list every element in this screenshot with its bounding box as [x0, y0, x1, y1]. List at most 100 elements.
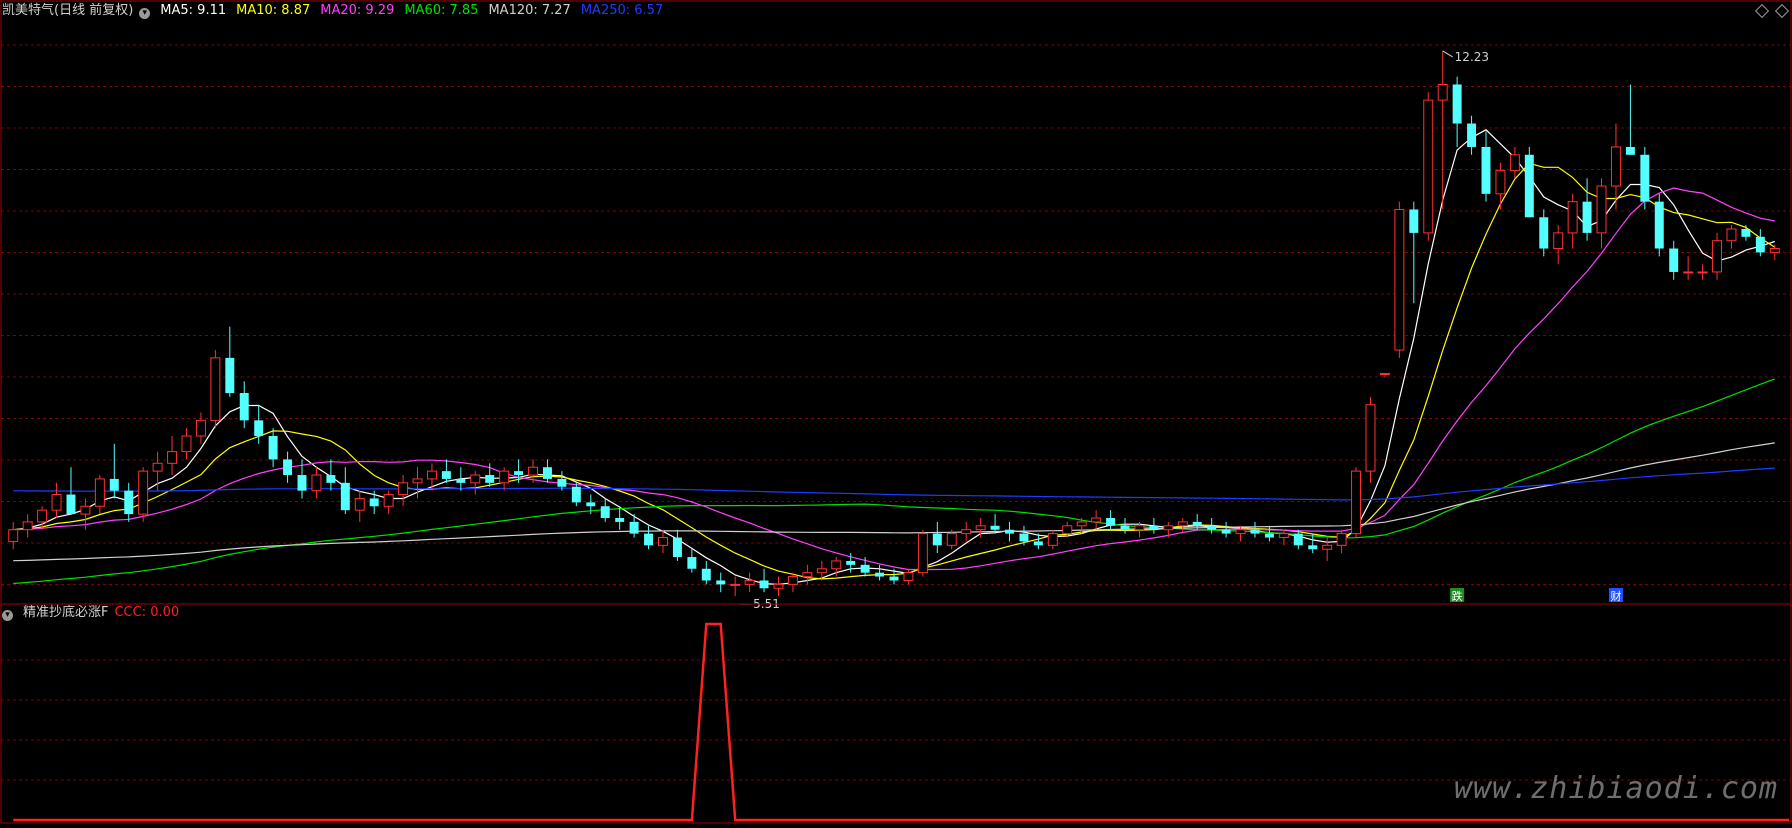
candle-body [975, 525, 986, 531]
candle[interactable] [1683, 256, 1694, 280]
candle[interactable] [225, 326, 235, 397]
candle[interactable] [1207, 517, 1217, 534]
candle[interactable] [1264, 525, 1274, 542]
candle[interactable] [1509, 146, 1520, 179]
candle[interactable] [542, 459, 552, 483]
candle-body [1106, 517, 1116, 526]
candle[interactable] [903, 568, 914, 585]
candle[interactable] [124, 482, 134, 522]
candle[interactable] [571, 482, 581, 507]
candle[interactable] [1625, 84, 1635, 155]
candle[interactable] [875, 564, 885, 581]
event-marker[interactable]: 财 [1608, 588, 1623, 603]
candle[interactable] [1755, 228, 1765, 257]
candle[interactable] [644, 525, 654, 550]
indicator-name[interactable]: 精准抄底必涨F [23, 605, 108, 620]
candle[interactable] [1524, 146, 1534, 218]
candle[interactable] [109, 443, 119, 499]
candle[interactable] [687, 549, 697, 573]
candle[interactable] [1005, 521, 1014, 542]
chart-canvas[interactable]: 12.235.51跌财 [0, 0, 1792, 824]
candle[interactable] [354, 490, 365, 522]
candle[interactable] [1669, 240, 1679, 280]
candle[interactable] [1553, 225, 1564, 265]
candle-body [1351, 470, 1362, 535]
candle[interactable] [22, 514, 33, 538]
candle[interactable] [701, 560, 711, 585]
candle[interactable] [1726, 225, 1737, 249]
candle[interactable] [239, 381, 249, 429]
candle[interactable] [716, 572, 726, 593]
candle[interactable] [744, 572, 755, 593]
candle[interactable] [1452, 76, 1462, 147]
candle[interactable] [8, 521, 19, 550]
settings-circle-icon[interactable]: ▾ [2, 610, 13, 621]
ma-lines [13, 129, 1776, 586]
candle[interactable] [1365, 396, 1376, 483]
candle[interactable] [961, 521, 972, 542]
candle[interactable] [932, 521, 942, 554]
candle[interactable] [340, 467, 350, 515]
candle[interactable] [1640, 146, 1650, 210]
candle[interactable] [1120, 517, 1130, 534]
candle[interactable] [1567, 193, 1578, 249]
candle[interactable] [1712, 232, 1723, 280]
candle-body [383, 494, 394, 507]
candle[interactable] [917, 529, 928, 577]
candle[interactable] [1437, 50, 1448, 210]
candle[interactable] [283, 451, 293, 483]
candle[interactable] [167, 435, 178, 476]
candle[interactable] [1250, 521, 1260, 538]
candle[interactable] [1106, 510, 1116, 530]
candle-body [1076, 521, 1087, 527]
candle[interactable] [990, 514, 1000, 534]
candle[interactable] [787, 572, 798, 593]
candle[interactable] [1539, 209, 1549, 257]
candle[interactable] [499, 467, 510, 491]
candle[interactable] [268, 428, 278, 468]
candle[interactable] [1091, 510, 1102, 530]
candle[interactable] [1741, 225, 1751, 241]
settings-circle-icon[interactable]: ▾ [139, 8, 151, 19]
event-marker[interactable]: 跌 [1450, 588, 1465, 603]
candle[interactable] [1394, 201, 1405, 358]
candle[interactable] [1481, 131, 1491, 202]
candle[interactable] [210, 350, 221, 429]
candle[interactable] [311, 467, 322, 499]
candle[interactable] [730, 576, 741, 597]
candle[interactable] [138, 467, 149, 522]
candle[interactable] [1423, 92, 1434, 241]
candle[interactable] [759, 568, 769, 593]
candle-body [167, 451, 178, 464]
candle[interactable] [195, 412, 206, 444]
candle[interactable] [1596, 178, 1607, 249]
candle[interactable] [456, 467, 466, 491]
candle[interactable] [672, 529, 682, 561]
candle[interactable] [1654, 193, 1664, 257]
candle[interactable] [1582, 178, 1592, 241]
stock-title[interactable]: 凯美特气(日线 前复权) [2, 3, 133, 18]
candle[interactable] [1697, 264, 1708, 280]
candle[interactable] [181, 428, 192, 460]
candle[interactable] [1351, 467, 1362, 538]
ma-legend-item: MA20: 9.29 [320, 3, 395, 18]
candle-body [615, 517, 625, 522]
candle[interactable] [1221, 521, 1231, 538]
candle[interactable] [441, 459, 451, 483]
candle[interactable] [383, 490, 394, 515]
candle[interactable] [51, 482, 62, 518]
candle[interactable] [1467, 115, 1477, 155]
candle[interactable] [1047, 529, 1058, 550]
candle[interactable] [773, 576, 784, 597]
candle[interactable] [326, 459, 336, 491]
candle[interactable] [426, 463, 437, 491]
candle[interactable] [470, 471, 481, 495]
candle[interactable] [1336, 529, 1347, 554]
candle[interactable] [1177, 517, 1188, 534]
candle[interactable] [1322, 537, 1333, 561]
candle[interactable] [975, 517, 986, 538]
candle[interactable] [94, 475, 105, 515]
candle[interactable] [1769, 244, 1780, 261]
candle[interactable] [1149, 517, 1159, 534]
candle[interactable] [1409, 201, 1419, 304]
